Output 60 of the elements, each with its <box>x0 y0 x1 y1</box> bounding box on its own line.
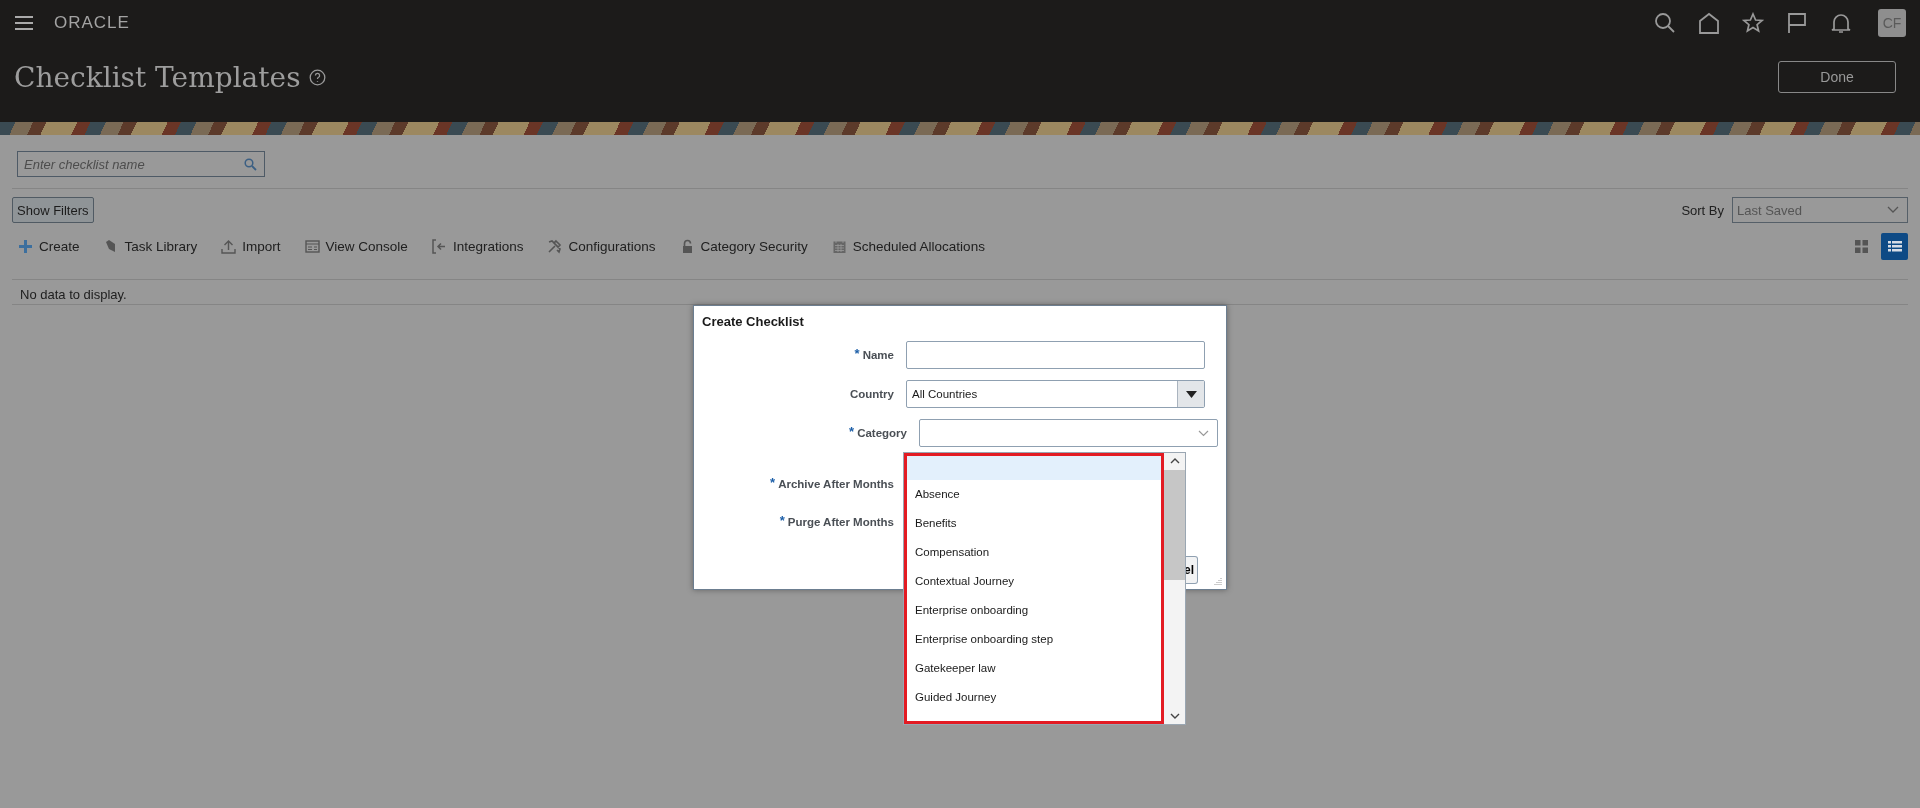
toolbar-button[interactable]: Integrations <box>431 238 524 254</box>
toolbar-button[interactable]: Task Library <box>103 238 198 254</box>
toolbar-button[interactable]: Category Security <box>679 238 808 254</box>
list-icon <box>1887 240 1902 252</box>
field-label: Archive After Months <box>778 478 894 490</box>
search-field[interactable]: Enter checklist name <box>17 151 265 177</box>
category-combobox[interactable] <box>919 419 1218 447</box>
scrollbar[interactable] <box>1164 453 1185 724</box>
tools-icon <box>547 238 563 254</box>
caret-down-icon <box>1185 390 1197 398</box>
dropdown-option[interactable]: Enterprise onboarding <box>907 596 1161 625</box>
dropdown-option[interactable]: Contextual Journey <box>907 567 1161 596</box>
toolbar-button[interactable]: Create <box>18 238 80 254</box>
required-asterisk: * <box>854 346 860 361</box>
toolbar-button[interactable]: Import <box>221 238 281 254</box>
toolbar-button[interactable]: Configurations <box>547 238 656 254</box>
chevron-down-icon <box>1198 429 1209 437</box>
field-label: Name <box>862 349 894 361</box>
dropdown-button[interactable] <box>1177 381 1204 407</box>
chevron-up-icon[interactable] <box>1169 457 1180 464</box>
dropdown-option[interactable]: Absence <box>907 480 1161 509</box>
done-button[interactable]: Done <box>1778 61 1896 93</box>
chevron-down-icon[interactable] <box>1169 713 1180 720</box>
dropdown-option[interactable]: Benefits <box>907 509 1161 538</box>
dialog-title: Create Checklist <box>701 313 805 329</box>
dropdown-option[interactable]: Compensation <box>907 538 1161 567</box>
menu-icon[interactable] <box>14 15 34 31</box>
upload-icon <box>221 238 237 254</box>
name-input[interactable] <box>906 341 1205 369</box>
page-title: Checklist Templates <box>14 60 301 94</box>
home-icon[interactable] <box>1698 12 1720 34</box>
toolbar-button[interactable]: Scheduled Allocations <box>831 238 985 254</box>
window-icon <box>304 238 320 254</box>
search-icon[interactable] <box>1654 12 1676 34</box>
sort-label: Sort By <box>1681 202 1724 218</box>
bracket-arrow-icon <box>431 238 447 254</box>
field-label: Category <box>857 427 907 439</box>
star-icon[interactable] <box>1742 12 1764 34</box>
dropdown-option[interactable]: Guided Journey <box>907 683 1161 712</box>
field-label: Purge After Months <box>787 516 894 528</box>
dropdown-option[interactable]: Enterprise onboarding step <box>907 625 1161 654</box>
country-select[interactable]: All Countries <box>906 380 1205 408</box>
toolbar-button[interactable]: View Console <box>304 238 408 254</box>
grid-icon <box>1855 239 1868 253</box>
help-icon[interactable] <box>308 68 326 86</box>
bell-icon[interactable] <box>1830 12 1852 34</box>
dropdown-option[interactable]: Gatekeeper law <box>907 654 1161 683</box>
logo[interactable]: ORACLE <box>54 13 130 33</box>
field-label: Country <box>849 388 894 400</box>
flag-icon[interactable] <box>1786 12 1808 34</box>
required-asterisk: * <box>770 475 776 490</box>
resize-grip-icon[interactable] <box>1214 577 1222 585</box>
plus-icon <box>18 238 33 254</box>
required-asterisk: * <box>849 424 855 439</box>
required-asterisk: * <box>779 513 785 528</box>
calendar-icon <box>831 238 847 254</box>
show-filters-button[interactable]: Show Filters <box>12 197 94 223</box>
chevron-down-icon <box>1887 206 1899 214</box>
empty-message: No data to display. <box>19 286 128 302</box>
list-view-button[interactable] <box>1881 232 1908 260</box>
